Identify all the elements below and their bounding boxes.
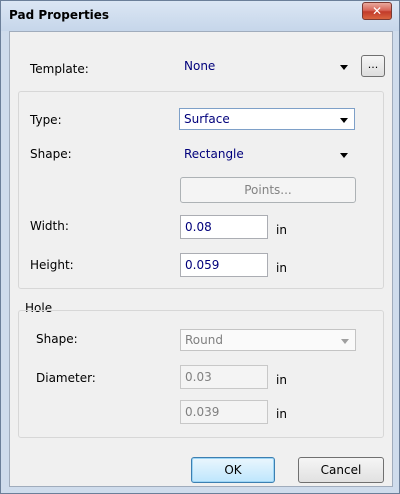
close-icon: ✕ bbox=[371, 4, 383, 18]
chevron-down-icon bbox=[341, 339, 349, 344]
points-button[interactable]: Points... bbox=[180, 177, 356, 203]
width-input[interactable]: 0.08 bbox=[180, 215, 268, 239]
hole-extra-value: 0.039 bbox=[185, 405, 220, 419]
cancel-button[interactable]: Cancel bbox=[298, 457, 384, 483]
shape-select[interactable]: Rectangle bbox=[179, 143, 355, 165]
ok-button[interactable]: OK bbox=[191, 457, 275, 483]
template-label: Template: bbox=[30, 62, 89, 76]
hole-shape-label: Shape: bbox=[36, 332, 78, 346]
height-unit: in bbox=[276, 261, 287, 275]
template-browse-button[interactable]: ... bbox=[361, 55, 385, 77]
width-value: 0.08 bbox=[185, 220, 212, 234]
chevron-down-icon bbox=[340, 118, 348, 123]
diameter-value: 0.03 bbox=[185, 370, 212, 384]
title-bar[interactable]: Pad Properties ✕ bbox=[1, 1, 399, 31]
height-value: 0.059 bbox=[185, 258, 220, 272]
hole-shape-select[interactable]: Round bbox=[180, 329, 356, 351]
template-select[interactable]: None bbox=[179, 55, 355, 77]
browse-label: ... bbox=[367, 58, 379, 71]
height-input[interactable]: 0.059 bbox=[180, 253, 268, 277]
diameter-label: Diameter: bbox=[36, 371, 96, 385]
height-label: Height: bbox=[30, 258, 74, 272]
width-label: Width: bbox=[30, 219, 69, 233]
points-label: Points... bbox=[244, 183, 292, 197]
width-unit: in bbox=[276, 223, 287, 237]
type-label: Type: bbox=[30, 113, 62, 127]
cancel-label: Cancel bbox=[320, 463, 362, 477]
chevron-down-icon bbox=[340, 65, 348, 70]
type-select[interactable]: Surface bbox=[179, 108, 355, 130]
template-value: None bbox=[184, 59, 216, 73]
dialog-title: Pad Properties bbox=[9, 8, 110, 22]
hole-extra-unit: in bbox=[276, 407, 287, 421]
ok-label: OK bbox=[224, 463, 242, 477]
chevron-down-icon bbox=[340, 153, 348, 158]
hole-shape-value: Round bbox=[185, 333, 223, 347]
diameter-input[interactable]: 0.03 bbox=[180, 365, 268, 389]
shape-value: Rectangle bbox=[184, 147, 244, 161]
shape-label: Shape: bbox=[30, 147, 72, 161]
hole-extra-input[interactable]: 0.039 bbox=[180, 400, 268, 424]
type-value: Surface bbox=[184, 112, 230, 126]
close-button[interactable]: ✕ bbox=[362, 2, 392, 20]
diameter-unit: in bbox=[276, 373, 287, 387]
